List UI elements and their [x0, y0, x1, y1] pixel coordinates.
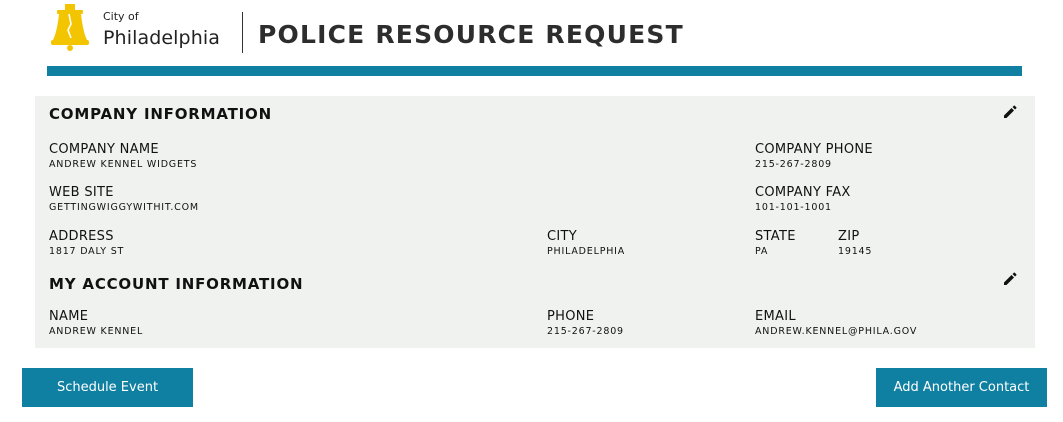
page-header: City of Philadelphia POLICE RESOURCE REQ… — [0, 0, 1063, 66]
account-phone-field: PHONE 215-267-2809 — [547, 309, 624, 337]
account-phone-label: PHONE — [547, 309, 595, 324]
account-name-field: NAME ANDREW KENNEL — [49, 309, 143, 337]
company-fax-label: COMPANY FAX — [755, 185, 851, 200]
account-name-label: NAME — [49, 309, 89, 324]
address-label: ADDRESS — [49, 229, 114, 244]
logo-philadelphia: Philadelphia — [103, 27, 220, 49]
account-email-label: EMAIL — [755, 309, 796, 324]
website-field: WEB SITE GETTINGWIGGYWITHIT.COM — [49, 185, 199, 213]
company-name-label: COMPANY NAME — [49, 142, 159, 157]
zip-value: 19145 — [838, 246, 873, 257]
liberty-bell-icon — [51, 4, 89, 51]
company-fax-value: 101-101-1001 — [755, 202, 832, 213]
pencil-icon[interactable] — [1002, 271, 1018, 287]
company-phone-value: 215-267-2809 — [755, 159, 832, 170]
company-phone-field: COMPANY PHONE 215-267-2809 — [755, 142, 873, 170]
info-panel: COMPANY INFORMATION COMPANY NAME ANDREW … — [35, 96, 1035, 348]
company-phone-label: COMPANY PHONE — [755, 142, 873, 157]
account-email-field: EMAIL ANDREW.KENNEL@PHILA.GOV — [755, 309, 917, 337]
city-field: CITY PHILADELPHIA — [547, 229, 625, 257]
page-title: POLICE RESOURCE REQUEST — [258, 20, 684, 49]
state-value: PA — [755, 246, 769, 257]
address-value: 1817 DALY ST — [49, 246, 125, 257]
account-info-heading: MY ACCOUNT INFORMATION — [49, 275, 304, 293]
state-label: STATE — [755, 229, 796, 244]
city-logo[interactable]: City of Philadelphia — [50, 2, 230, 54]
account-email-value: ANDREW.KENNEL@PHILA.GOV — [755, 326, 918, 337]
zip-field: ZIP 19145 — [838, 229, 872, 257]
header-divider — [242, 12, 243, 53]
city-value: PHILADELPHIA — [547, 246, 626, 257]
schedule-event-button[interactable]: Schedule Event — [22, 368, 193, 407]
account-phone-value: 215-267-2809 — [547, 326, 624, 337]
city-label: CITY — [547, 229, 577, 244]
header-accent-bar — [47, 66, 1022, 76]
company-fax-field: COMPANY FAX 101-101-1001 — [755, 185, 851, 213]
account-name-value: ANDREW KENNEL — [49, 326, 144, 337]
pencil-icon[interactable] — [1002, 104, 1018, 120]
state-field: STATE PA — [755, 229, 796, 257]
company-name-value: ANDREW KENNEL WIDGETS — [49, 159, 198, 170]
website-label: WEB SITE — [49, 185, 114, 200]
add-another-contact-button[interactable]: Add Another Contact — [876, 368, 1047, 407]
address-field: ADDRESS 1817 DALY ST — [49, 229, 124, 257]
company-info-heading: COMPANY INFORMATION — [49, 105, 272, 123]
zip-label: ZIP — [838, 229, 860, 244]
logo-city-of: City of — [103, 10, 139, 23]
website-value: GETTINGWIGGYWITHIT.COM — [49, 202, 199, 213]
company-name-field: COMPANY NAME ANDREW KENNEL WIDGETS — [49, 142, 197, 170]
